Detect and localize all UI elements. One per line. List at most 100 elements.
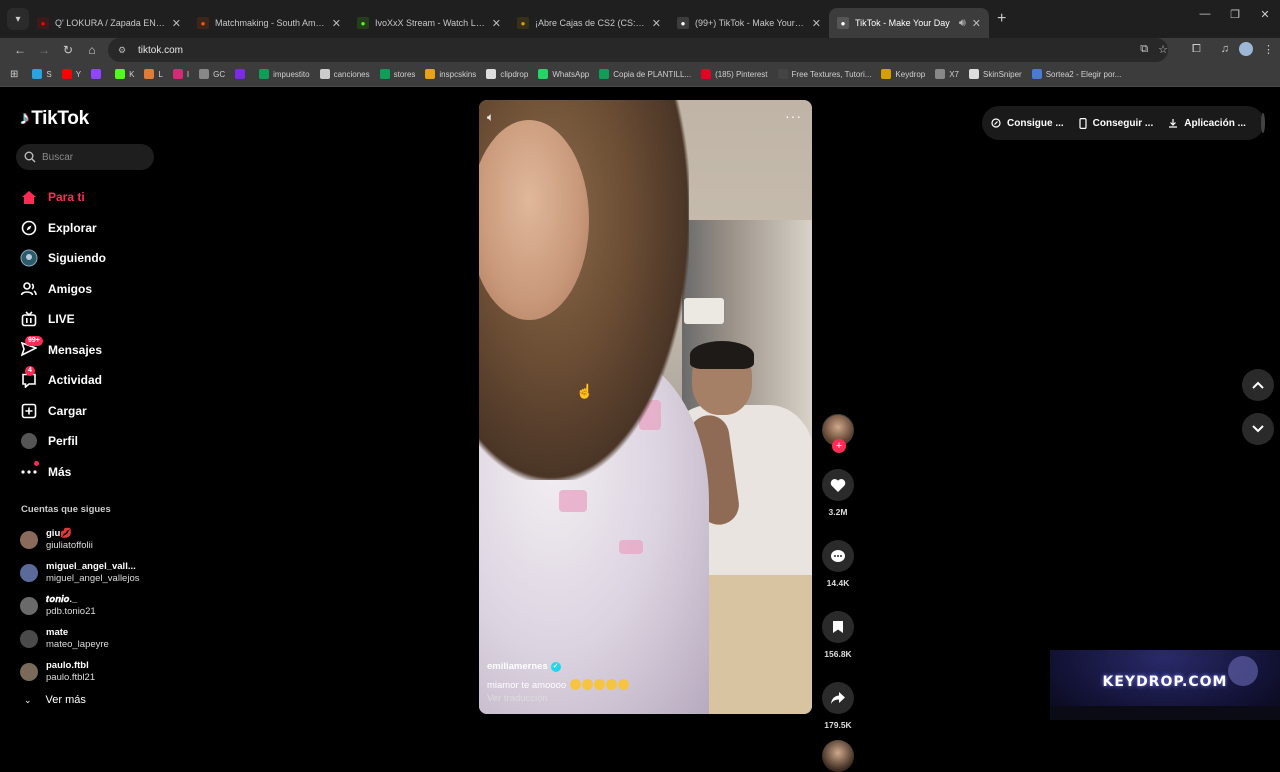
- following-item[interactable]: miguel_angel_vall... miguel_angel_vallejo…: [20, 556, 139, 589]
- header-button-download[interactable]: Aplicación ...: [1168, 118, 1246, 129]
- install-app-icon[interactable]: ⧉: [1140, 43, 1148, 56]
- header-button-coin[interactable]: Consigue ...: [991, 118, 1064, 129]
- browser-tab[interactable]: ● TikTok - Make Your Day 🔊︎ ✕: [829, 8, 989, 38]
- bookmark-item[interactable]: Copia de PLANTILL...: [599, 69, 691, 79]
- follow-plus-icon[interactable]: +: [832, 439, 846, 453]
- close-tab-icon[interactable]: ✕: [812, 17, 821, 30]
- bookmark-item[interactable]: stores: [379, 69, 415, 79]
- video-player[interactable]: 🔈︎ ··· emiliamernes ✓ miamor te amoooo V…: [479, 100, 812, 714]
- following-item[interactable]: 𝒕𝒐𝒏𝒊𝒐._ pdb.tonio21: [20, 589, 139, 622]
- bookmark-item[interactable]: canciones: [319, 69, 370, 79]
- video-author[interactable]: emiliamernes ✓: [487, 661, 561, 672]
- header-actions: Consigue ... Conseguir ... Aplicación ...: [982, 106, 1265, 140]
- following-display-name: paulo.ftbl: [46, 659, 89, 671]
- bookmark-item[interactable]: S: [32, 69, 52, 79]
- bookmark-star-icon[interactable]: ☆: [1158, 43, 1168, 56]
- browser-menu-icon[interactable]: ⋮: [1263, 43, 1274, 56]
- nav-item-activity[interactable]: 4 Actividad: [20, 365, 106, 396]
- comment-button[interactable]: [822, 540, 854, 572]
- following-item[interactable]: mate mateo_lapeyre: [20, 622, 139, 655]
- bookmark-item[interactable]: Sortea2 - Elegir por...: [1031, 69, 1121, 79]
- bookmark-item[interactable]: clipdrop: [486, 69, 528, 79]
- browser-tab[interactable]: ● Q' LOKURA / Zapada EN VIVO ✕: [29, 8, 189, 38]
- header-button-phone[interactable]: Conseguir ...: [1079, 117, 1154, 129]
- sheets-icon: [259, 69, 270, 79]
- bookmark-item[interactable]: Keydrop: [881, 69, 925, 79]
- nav-item-following[interactable]: Siguiendo: [20, 243, 106, 274]
- volume-icon[interactable]: 🔈︎: [487, 110, 494, 125]
- nav-item-live[interactable]: LIVE: [20, 304, 106, 335]
- bookmark-item[interactable]: I: [172, 69, 190, 79]
- extensions-icon[interactable]: ⧠: [1192, 43, 1201, 56]
- forward-icon[interactable]: →: [32, 43, 56, 57]
- minimize-icon[interactable]: —: [1190, 8, 1220, 21]
- share-button[interactable]: [822, 682, 854, 714]
- close-tab-icon[interactable]: ✕: [652, 17, 661, 30]
- bookmark-item[interactable]: GC: [199, 69, 225, 79]
- tab-title: Matchmaking - South America: [215, 18, 326, 28]
- close-window-icon[interactable]: ✕: [1250, 8, 1280, 21]
- bookmark-item[interactable]: Y: [61, 69, 82, 79]
- browser-tab[interactable]: ● Matchmaking - South America ✕: [189, 8, 349, 38]
- next-video-button[interactable]: [1242, 413, 1274, 445]
- bookmark-item[interactable]: X7: [935, 69, 959, 79]
- header-button-label: Conseguir ...: [1092, 117, 1154, 129]
- tab-audio-icon[interactable]: 🔊︎: [959, 17, 966, 30]
- close-tab-icon[interactable]: ✕: [492, 17, 501, 30]
- maximize-icon[interactable]: ❐: [1220, 8, 1250, 21]
- following-item[interactable]: giu💋 giuliatoffolii: [20, 523, 139, 556]
- bookmark-item[interactable]: impuestito: [259, 69, 310, 79]
- apps-grid-icon[interactable]: ⊞: [10, 69, 18, 80]
- browser-tab[interactable]: ● IvoXxX Stream - Watch Live on ✕: [349, 8, 509, 38]
- nav-item-friends[interactable]: Amigos: [20, 274, 106, 305]
- previous-video-button[interactable]: [1242, 369, 1274, 401]
- whatsapp-icon: [538, 69, 549, 79]
- tab-search-dropdown-icon[interactable]: ▾: [7, 8, 29, 30]
- bookmark-item[interactable]: WhatsApp: [538, 69, 589, 79]
- following-item[interactable]: paulo.ftbl paulo.ftbl21: [20, 655, 139, 688]
- comment-icon: [831, 549, 845, 562]
- address-bar[interactable]: ⚙ tiktok.com: [108, 38, 1168, 62]
- nav-item-upload[interactable]: Cargar: [20, 396, 106, 427]
- bookmark-item[interactable]: [235, 69, 249, 79]
- nav-item-more[interactable]: Más: [20, 457, 106, 488]
- see-more-button[interactable]: ⌄ Ver más: [24, 694, 86, 706]
- search-input[interactable]: [42, 151, 142, 163]
- nav-item-home[interactable]: Para ti: [20, 182, 106, 213]
- tab-title: TikTok - Make Your Day: [855, 18, 950, 28]
- video-more-icon[interactable]: ···: [785, 108, 802, 124]
- see-translation-link[interactable]: Ver traducción: [487, 693, 548, 704]
- bookmark-item[interactable]: [91, 69, 105, 79]
- tiktok-logo[interactable]: ♪ TikTok: [20, 108, 89, 130]
- browser-profile-avatar[interactable]: [1239, 42, 1253, 56]
- bookmark-label: Y: [75, 69, 82, 79]
- bookmark-item[interactable]: (185) Pinterest: [701, 69, 768, 79]
- home-browser-icon[interactable]: ⌂: [80, 43, 104, 57]
- close-tab-icon[interactable]: ✕: [972, 17, 981, 30]
- music-disc-avatar[interactable]: [822, 740, 854, 772]
- creator-avatar[interactable]: +: [822, 414, 854, 453]
- search-box[interactable]: [16, 144, 154, 170]
- back-icon[interactable]: ←: [8, 43, 32, 57]
- close-tab-icon[interactable]: ✕: [332, 17, 341, 30]
- bookmark-item[interactable]: SkinSniper: [969, 69, 1022, 79]
- reload-icon[interactable]: ↻: [56, 43, 80, 57]
- bookmark-label: I: [186, 69, 190, 79]
- like-button[interactable]: [822, 469, 854, 501]
- nav-item-compass[interactable]: Explorar: [20, 213, 106, 244]
- bookmark-item[interactable]: K: [115, 69, 134, 79]
- site-info-icon[interactable]: ⚙: [118, 45, 132, 56]
- bookmark-item[interactable]: Free Textures, Tutori...: [777, 69, 871, 79]
- browser-tab[interactable]: ● ¡Abre Cajas de CS2 (CS:GO), Ga ✕: [509, 8, 669, 38]
- user-avatar[interactable]: [1260, 113, 1265, 133]
- nav-item-profile[interactable]: Perfil: [20, 426, 106, 457]
- nav-label: Siguiendo: [48, 251, 106, 266]
- media-control-icon[interactable]: ♫: [1221, 43, 1229, 55]
- nav-item-messages[interactable]: 99+ Mensajes: [20, 335, 106, 366]
- bookmark-item[interactable]: L: [144, 69, 163, 79]
- save-button[interactable]: [822, 611, 854, 643]
- new-tab-icon[interactable]: +: [997, 10, 1006, 28]
- browser-tab[interactable]: ● (99+) TikTok - Make Your Day ✕: [669, 8, 829, 38]
- bookmark-item[interactable]: inspcskins: [425, 69, 476, 79]
- close-tab-icon[interactable]: ✕: [172, 17, 181, 30]
